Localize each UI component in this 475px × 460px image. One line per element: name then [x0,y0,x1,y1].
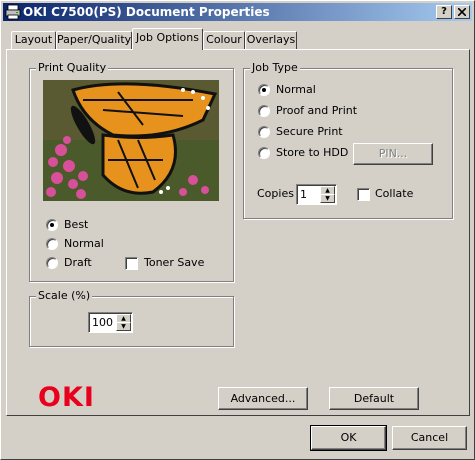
default-button[interactable]: Default [329,387,419,410]
job-store-hdd-label: Store to HDD [276,146,349,159]
job-options-panel: Print Quality Best Normal Draft Toner Sa… [6,49,470,416]
job-type-title: Job Type [250,61,300,75]
close-button[interactable] [454,5,470,19]
scale-value: 100 [92,316,113,329]
tab-job-options[interactable]: Job Options [132,28,203,50]
ok-button-label: OK [340,431,357,444]
copies-value: 1 [300,188,307,201]
scale-down-arrow-icon[interactable]: ▼ [116,322,131,331]
tab-label: Colour [206,33,242,46]
print-quality-title: Print Quality [36,61,109,75]
tab-colour[interactable]: Colour [203,31,245,49]
job-proof-label: Proof and Print [276,104,358,117]
default-button-label: Default [353,392,395,405]
window-title: OKI C7500(PS) Document Properties [23,5,270,19]
close-icon [457,7,467,17]
ok-button[interactable]: OK [310,425,387,451]
advanced-button-label: Advanced... [230,392,296,405]
job-type-group: Job Type Normal Proof and Print Secure P… [243,61,453,219]
job-store-hdd-radio[interactable] [258,147,270,159]
tab-label: Paper/Quality [57,33,132,46]
quality-normal-radio[interactable] [46,238,58,250]
quality-draft-label: Draft [64,256,92,269]
quality-normal-label: Normal [64,237,104,250]
cancel-button-label: Cancel [410,431,449,444]
job-secure-radio[interactable] [258,126,270,138]
job-normal-radio[interactable] [258,84,270,96]
collate-label: Collate [375,187,414,200]
tab-label: Overlays [246,33,296,46]
oki-logo: OKI [38,382,95,413]
tab-label: Layout [14,33,53,46]
toner-save-label: Toner Save [144,256,205,269]
job-proof-radio[interactable] [258,105,270,117]
help-button[interactable]: ? [436,5,452,19]
help-icon: ? [441,6,447,17]
collate-checkbox[interactable] [357,188,370,201]
tab-layout[interactable]: Layout [11,31,56,49]
copies-label: Copies [257,187,294,200]
pin-button[interactable]: PIN... [353,143,433,165]
copies-spinner[interactable]: 1 ▲ ▼ [296,184,337,205]
document-properties-window: OKI C7500(PS) Document Properties ? Layo… [0,0,475,460]
title-bar[interactable]: OKI C7500(PS) Document Properties ? [3,3,472,21]
quality-draft-radio[interactable] [46,257,58,269]
tab-overlays[interactable]: Overlays [245,31,297,49]
advanced-button[interactable]: Advanced... [218,387,308,410]
cancel-button[interactable]: Cancel [392,426,467,450]
printer-icon [5,4,21,20]
job-normal-label: Normal [276,83,316,96]
copies-down-arrow-icon[interactable]: ▼ [320,194,335,203]
scale-spinner[interactable]: 100 ▲ ▼ [88,312,133,333]
quality-best-label: Best [64,218,89,231]
print-quality-group: Print Quality Best Normal Draft Toner Sa… [29,61,234,282]
scale-group: Scale (%) 100 ▲ ▼ [29,289,234,347]
scale-title: Scale (%) [36,289,93,303]
toner-save-checkbox[interactable] [125,257,138,270]
tab-paper-quality[interactable]: Paper/Quality [56,31,132,49]
pin-button-label: PIN... [378,147,408,160]
quality-best-radio[interactable] [46,219,58,231]
tab-label: Job Options [136,31,199,44]
job-secure-label: Secure Print [276,125,343,138]
butterfly-preview-image [43,80,219,201]
